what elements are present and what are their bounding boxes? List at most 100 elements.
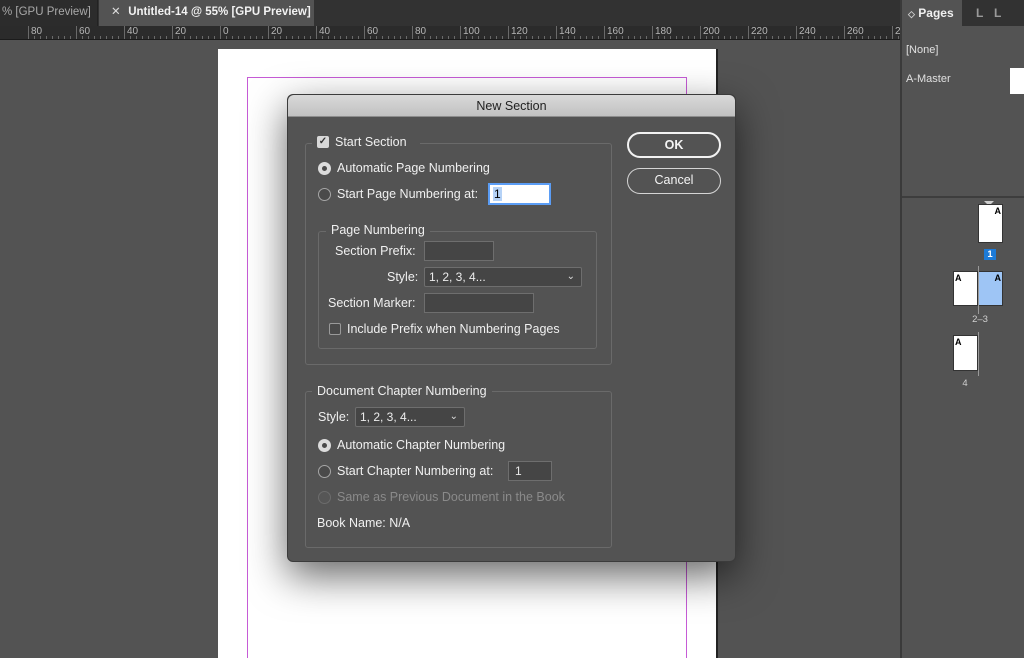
- ruler-minor-tick: [586, 36, 587, 39]
- ruler-minor-tick: [250, 36, 251, 39]
- page-thumbnail-3[interactable]: A: [978, 271, 1003, 306]
- section-prefix-input[interactable]: [424, 241, 494, 261]
- document-tab-bar: % [GPU Preview] ✕ Untitled-14 @ 55% [GPU…: [0, 0, 900, 26]
- ok-button[interactable]: OK: [627, 132, 721, 158]
- ruler-label: 80: [31, 26, 43, 37]
- section-marker-input[interactable]: [424, 293, 534, 313]
- ruler-minor-tick: [70, 36, 71, 39]
- ruler-tick: [604, 26, 605, 39]
- ruler-minor-tick: [682, 36, 683, 39]
- automatic-page-numbering-label[interactable]: Automatic Page Numbering: [337, 161, 490, 175]
- ruler-minor-tick: [352, 36, 353, 39]
- ruler-label: 220: [751, 26, 768, 37]
- ruler-minor-tick: [232, 36, 233, 39]
- ruler-label: 260: [847, 26, 864, 37]
- ruler-minor-tick: [46, 36, 47, 39]
- page-number-4: 4: [962, 378, 968, 389]
- book-name-label: Book Name: N/A: [317, 516, 411, 530]
- ruler-minor-tick: [838, 36, 839, 39]
- ruler-minor-tick: [256, 36, 257, 39]
- chapter-style-select[interactable]: 1, 2, 3, 4... ⌄: [355, 407, 465, 427]
- page-thumbnail-4[interactable]: A: [953, 335, 978, 371]
- master-thumbnail[interactable]: [1010, 68, 1024, 94]
- ruler-minor-tick: [538, 36, 539, 39]
- style-label: Style:: [387, 270, 419, 284]
- close-icon[interactable]: ✕: [111, 0, 125, 24]
- ruler-minor-tick: [202, 36, 203, 39]
- page-style-select[interactable]: 1, 2, 3, 4... ⌄: [424, 267, 582, 287]
- ruler-minor-tick: [382, 36, 383, 39]
- automatic-chapter-numbering-label[interactable]: Automatic Chapter Numbering: [337, 438, 505, 452]
- page-thumbnail-2[interactable]: A: [953, 271, 978, 306]
- ruler-minor-tick: [58, 36, 59, 39]
- ruler-label: 40: [319, 26, 331, 37]
- ruler-minor-tick: [142, 36, 143, 39]
- chapter-style-label: Style:: [318, 410, 350, 424]
- panel-collapse-icon: ◇: [908, 9, 915, 19]
- start-chapter-numbering-label[interactable]: Start Chapter Numbering at:: [337, 464, 493, 478]
- start-section-checkbox[interactable]: ✓: [317, 136, 329, 148]
- start-page-number-value: 1: [493, 187, 502, 201]
- ruler-minor-tick: [484, 36, 485, 39]
- ruler-minor-tick: [502, 36, 503, 39]
- ruler-minor-tick: [358, 36, 359, 39]
- ruler-minor-tick: [880, 36, 881, 39]
- ruler-label: 120: [511, 26, 528, 37]
- start-section-label[interactable]: Start Section: [335, 135, 407, 149]
- page-master-prefix: A: [955, 337, 962, 347]
- horizontal-ruler[interactable]: 80 60 40 20 0 20 40 60 80 100 120 140 160 180 200 220 24…: [0, 26, 900, 40]
- page-style-value: 1, 2, 3, 4...: [429, 270, 486, 284]
- ruler-minor-tick: [736, 36, 737, 39]
- ruler-tick: [700, 26, 701, 39]
- pages-panel: ◇ Pages L L [None] A-Master A 1 A A 2–3 …: [900, 0, 1024, 658]
- ruler-label: 40: [127, 26, 139, 37]
- ruler-minor-tick: [208, 36, 209, 39]
- tab-pages-label: Pages: [918, 6, 954, 20]
- ruler-minor-tick: [148, 36, 149, 39]
- tab-pages[interactable]: ◇ Pages: [902, 0, 962, 26]
- include-prefix-checkbox[interactable]: [329, 323, 341, 335]
- ruler-label: 140: [559, 26, 576, 37]
- ruler-minor-tick: [52, 36, 53, 39]
- spread-spine: [978, 332, 979, 376]
- ruler-minor-tick: [730, 36, 731, 39]
- ruler-minor-tick: [448, 36, 449, 39]
- ruler-minor-tick: [820, 36, 821, 39]
- ruler-minor-tick: [238, 36, 239, 39]
- ruler-minor-tick: [640, 36, 641, 39]
- automatic-chapter-numbering-radio[interactable]: [318, 439, 331, 452]
- include-prefix-label[interactable]: Include Prefix when Numbering Pages: [347, 322, 560, 336]
- ruler-minor-tick: [580, 36, 581, 39]
- ruler-minor-tick: [304, 36, 305, 39]
- automatic-page-numbering-radio[interactable]: [318, 162, 331, 175]
- page-thumbnail-1[interactable]: A: [978, 204, 1003, 243]
- start-chapter-number-input[interactable]: 1: [508, 461, 552, 481]
- panel-divider[interactable]: [902, 196, 1024, 198]
- ruler-tick: [220, 26, 221, 39]
- ruler-minor-tick: [874, 36, 875, 39]
- cancel-button[interactable]: Cancel: [627, 168, 721, 194]
- master-none[interactable]: [None]: [906, 44, 938, 56]
- ruler-minor-tick: [676, 36, 677, 39]
- dialog-title[interactable]: New Section: [288, 95, 735, 117]
- ruler-label: 80: [415, 26, 427, 37]
- document-tab-inactive[interactable]: % [GPU Preview]: [0, 0, 98, 26]
- tab-links[interactable]: L: [994, 0, 1001, 26]
- ruler-minor-tick: [790, 36, 791, 39]
- ruler-tick: [172, 26, 173, 39]
- start-page-numbering-radio[interactable]: [318, 188, 331, 201]
- start-page-number-input[interactable]: 1: [488, 183, 551, 205]
- ruler-label: 20: [175, 26, 187, 37]
- ruler-minor-tick: [118, 36, 119, 39]
- start-chapter-numbering-radio[interactable]: [318, 465, 331, 478]
- spread-spine: [978, 266, 979, 314]
- ruler-minor-tick: [628, 36, 629, 39]
- ruler-minor-tick: [592, 36, 593, 39]
- ruler-label: 180: [655, 26, 672, 37]
- document-tab-active[interactable]: ✕ Untitled-14 @ 55% [GPU Preview]: [99, 0, 314, 26]
- ruler-minor-tick: [334, 36, 335, 39]
- tab-layers[interactable]: L: [976, 0, 983, 26]
- master-a[interactable]: A-Master: [906, 73, 951, 85]
- start-page-numbering-label[interactable]: Start Page Numbering at:: [337, 187, 478, 201]
- section-prefix-label: Section Prefix:: [335, 244, 416, 258]
